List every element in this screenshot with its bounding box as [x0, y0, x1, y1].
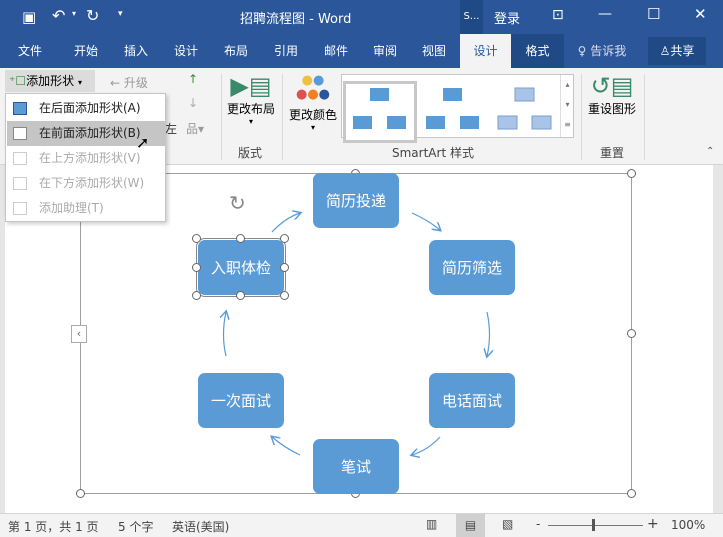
node-written-test[interactable]: 笔试 [313, 439, 399, 494]
node-medical-check-selected[interactable]: 入职体检 [196, 238, 286, 297]
zoom-level[interactable]: 100% [671, 518, 705, 532]
shape-handle[interactable] [236, 291, 245, 300]
word-count[interactable]: 5 个字 [118, 518, 153, 535]
arrow [272, 437, 301, 456]
shape-handle[interactable] [192, 263, 201, 272]
arrow [487, 311, 490, 356]
shape-handle[interactable] [280, 263, 289, 272]
add-before-icon [13, 127, 27, 140]
read-mode-icon[interactable]: ▥ [426, 517, 437, 531]
page-count[interactable]: 第 1 页，共 1 页 [8, 518, 99, 535]
arrow [224, 312, 227, 357]
mouse-cursor-icon: ➚ [136, 133, 150, 152]
add-below-icon [13, 177, 27, 190]
zoom-in-button[interactable]: + [647, 516, 659, 532]
arrow [412, 436, 441, 455]
arrow [271, 213, 300, 233]
menu-item-add-after[interactable]: 在后面添加形状(A) [7, 96, 165, 121]
zoom-slider[interactable] [548, 525, 643, 526]
shape-handle[interactable] [280, 234, 289, 243]
node-resume-submission[interactable]: 简历投递 [313, 173, 399, 228]
add-above-icon [13, 152, 27, 165]
add-shape-menu: 在后面添加形状(A) 在前面添加形状(B) 在上方添加形状(V) 在下方添加形状… [5, 93, 166, 222]
menu-item-add-assistant[interactable]: 添加助理(T) [7, 196, 165, 221]
zoom-slider-thumb[interactable] [592, 519, 595, 531]
shape-handle[interactable] [192, 291, 201, 300]
node-first-interview[interactable]: 一次面试 [198, 373, 284, 428]
print-layout-icon[interactable]: ▤ [456, 514, 485, 537]
shape-handle[interactable] [236, 234, 245, 243]
zoom-out-button[interactable]: - [536, 517, 540, 531]
shape-handle[interactable] [280, 291, 289, 300]
node-resume-screening[interactable]: 简历筛选 [429, 240, 515, 295]
language[interactable]: 英语(美国) [172, 518, 229, 535]
arrow [411, 212, 440, 230]
add-assistant-icon [13, 202, 27, 215]
rotate-handle-icon[interactable]: ↻ [229, 191, 246, 215]
status-bar: 第 1 页，共 1 页 5 个字 英语(美国) ▥ ▤ ▧ - + 100% [0, 513, 723, 537]
add-after-icon [13, 102, 27, 115]
node-phone-interview[interactable]: 电话面试 [429, 373, 515, 428]
menu-item-add-below[interactable]: 在下方添加形状(W) [7, 171, 165, 196]
shape-handle[interactable] [192, 234, 201, 243]
web-layout-icon[interactable]: ▧ [502, 517, 513, 531]
